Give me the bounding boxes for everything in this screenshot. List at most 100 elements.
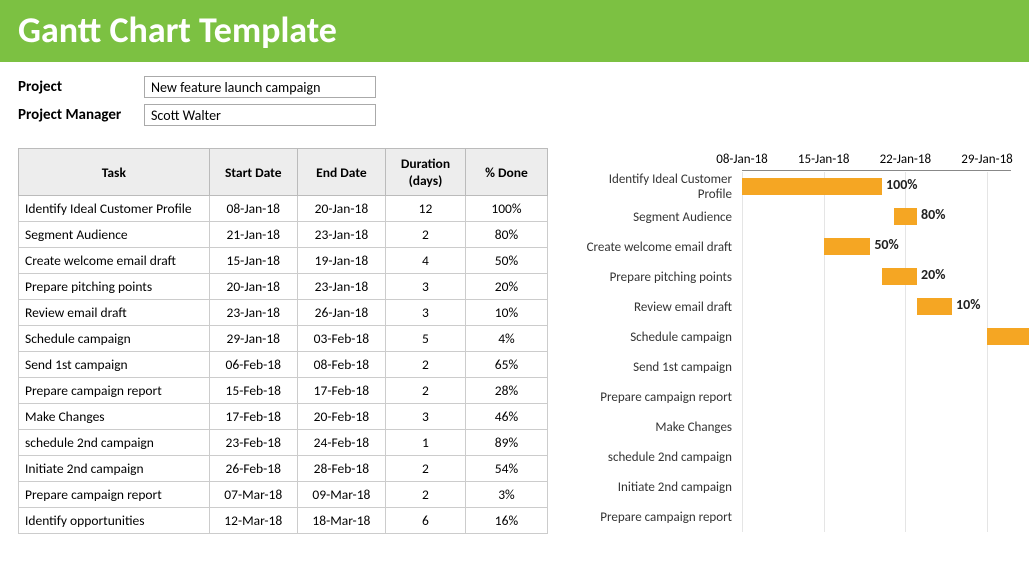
gantt-bar-value: 20% [921, 266, 945, 283]
cell-start[interactable]: 21-Jan-18 [209, 222, 297, 248]
cell-task[interactable]: schedule 2nd campaign [19, 430, 210, 456]
cell-done[interactable]: 16% [465, 508, 547, 534]
cell-end[interactable]: 03-Feb-18 [297, 326, 385, 352]
cell-done[interactable]: 80% [465, 222, 547, 248]
gantt-row-label: Identify Ideal Customer Profile [572, 172, 742, 202]
axis-tick: 08-Jan-18 [716, 152, 768, 167]
cell-done[interactable]: 100% [465, 196, 547, 222]
cell-end[interactable]: 20-Feb-18 [297, 404, 385, 430]
cell-start[interactable]: 15-Feb-18 [209, 378, 297, 404]
gantt-bar [917, 298, 952, 315]
cell-done[interactable]: 89% [465, 430, 547, 456]
cell-end[interactable]: 20-Jan-18 [297, 196, 385, 222]
cell-start[interactable]: 06-Feb-18 [209, 352, 297, 378]
cell-done[interactable]: 10% [465, 300, 547, 326]
table-row: Prepare campaign report07-Mar-1809-Mar-1… [19, 482, 548, 508]
cell-task[interactable]: Identify Ideal Customer Profile [19, 196, 210, 222]
gantt-bar-area [742, 352, 1011, 382]
cell-start[interactable]: 26-Feb-18 [209, 456, 297, 482]
cell-start[interactable]: 20-Jan-18 [209, 274, 297, 300]
cell-done[interactable]: 4% [465, 326, 547, 352]
cell-task[interactable]: Prepare campaign report [19, 482, 210, 508]
gantt-row: Initiate 2nd campaign [572, 472, 1011, 502]
gantt-axis-line [742, 170, 1011, 171]
cell-duration[interactable]: 5 [385, 326, 465, 352]
cell-end[interactable]: 18-Mar-18 [297, 508, 385, 534]
cell-duration[interactable]: 6 [385, 508, 465, 534]
project-label: Project [18, 78, 144, 96]
cell-duration[interactable]: 1 [385, 430, 465, 456]
cell-duration[interactable]: 3 [385, 300, 465, 326]
table-row: Initiate 2nd campaign26-Feb-1828-Feb-182… [19, 456, 548, 482]
cell-start[interactable]: 23-Jan-18 [209, 300, 297, 326]
gantt-row-label: Segment Audience [572, 210, 742, 225]
cell-start[interactable]: 23-Feb-18 [209, 430, 297, 456]
cell-task[interactable]: Prepare pitching points [19, 274, 210, 300]
cell-task[interactable]: Prepare campaign report [19, 378, 210, 404]
cell-done[interactable]: 50% [465, 248, 547, 274]
cell-duration[interactable]: 2 [385, 222, 465, 248]
cell-done[interactable]: 28% [465, 378, 547, 404]
cell-task[interactable]: Initiate 2nd campaign [19, 456, 210, 482]
cell-start[interactable]: 15-Jan-18 [209, 248, 297, 274]
cell-duration[interactable]: 2 [385, 378, 465, 404]
gantt-chart: 08-Jan-1815-Jan-1822-Jan-1829-Jan-18 Ide… [572, 148, 1011, 534]
cell-task[interactable]: Create welcome email draft [19, 248, 210, 274]
cell-end[interactable]: 23-Jan-18 [297, 274, 385, 300]
cell-duration[interactable]: 2 [385, 482, 465, 508]
cell-duration[interactable]: 3 [385, 274, 465, 300]
gantt-row: Review email draft10% [572, 292, 1011, 322]
table-row: Identify opportunities12-Mar-1818-Mar-18… [19, 508, 548, 534]
cell-task[interactable]: Make Changes [19, 404, 210, 430]
cell-end[interactable]: 23-Jan-18 [297, 222, 385, 248]
cell-task[interactable]: Identify opportunities [19, 508, 210, 534]
cell-done[interactable]: 20% [465, 274, 547, 300]
cell-end[interactable]: 08-Feb-18 [297, 352, 385, 378]
cell-task[interactable]: Send 1st campaign [19, 352, 210, 378]
axis-tick: 22-Jan-18 [880, 152, 932, 167]
project-manager-input[interactable] [144, 104, 376, 126]
cell-duration[interactable]: 4 [385, 248, 465, 274]
gantt-bar-area [742, 412, 1011, 442]
table-row: Make Changes17-Feb-1820-Feb-18346% [19, 404, 548, 430]
cell-task[interactable]: Segment Audience [19, 222, 210, 248]
cell-start[interactable]: 17-Feb-18 [209, 404, 297, 430]
cell-duration[interactable]: 12 [385, 196, 465, 222]
cell-task[interactable]: Schedule campaign [19, 326, 210, 352]
gantt-bar-area [742, 322, 1011, 352]
gantt-bar [824, 238, 871, 255]
task-table: Task Start Date End Date Duration (days)… [18, 148, 548, 534]
cell-start[interactable]: 07-Mar-18 [209, 482, 297, 508]
cell-end[interactable]: 09-Mar-18 [297, 482, 385, 508]
page-title: Gantt Chart Template [18, 8, 1011, 52]
cell-done[interactable]: 54% [465, 456, 547, 482]
cell-duration[interactable]: 3 [385, 404, 465, 430]
cell-end[interactable]: 17-Feb-18 [297, 378, 385, 404]
cell-done[interactable]: 65% [465, 352, 547, 378]
axis-tick: 29-Jan-18 [961, 152, 1013, 167]
cell-duration[interactable]: 2 [385, 456, 465, 482]
gantt-row-label: schedule 2nd campaign [572, 450, 742, 465]
cell-end[interactable]: 26-Jan-18 [297, 300, 385, 326]
cell-start[interactable]: 08-Jan-18 [209, 196, 297, 222]
gantt-row: Prepare campaign report [572, 382, 1011, 412]
cell-done[interactable]: 3% [465, 482, 547, 508]
cell-duration[interactable]: 2 [385, 352, 465, 378]
project-input[interactable] [144, 76, 376, 98]
gantt-row: Prepare campaign report [572, 502, 1011, 532]
table-row: Prepare pitching points20-Jan-1823-Jan-1… [19, 274, 548, 300]
table-row: Review email draft23-Jan-1826-Jan-18310% [19, 300, 548, 326]
cell-end[interactable]: 19-Jan-18 [297, 248, 385, 274]
cell-end[interactable]: 24-Feb-18 [297, 430, 385, 456]
gantt-row-label: Review email draft [572, 300, 742, 315]
cell-done[interactable]: 46% [465, 404, 547, 430]
cell-start[interactable]: 12-Mar-18 [209, 508, 297, 534]
gantt-bar-area: 20% [742, 262, 1011, 292]
gantt-axis: 08-Jan-1815-Jan-1822-Jan-1829-Jan-18 [742, 152, 1011, 172]
cell-end[interactable]: 28-Feb-18 [297, 456, 385, 482]
gantt-bar [742, 178, 882, 195]
cell-task[interactable]: Review email draft [19, 300, 210, 326]
gantt-plot: Identify Ideal Customer Profile100%Segme… [572, 172, 1011, 532]
gantt-row-label: Create welcome email draft [572, 240, 742, 255]
cell-start[interactable]: 29-Jan-18 [209, 326, 297, 352]
